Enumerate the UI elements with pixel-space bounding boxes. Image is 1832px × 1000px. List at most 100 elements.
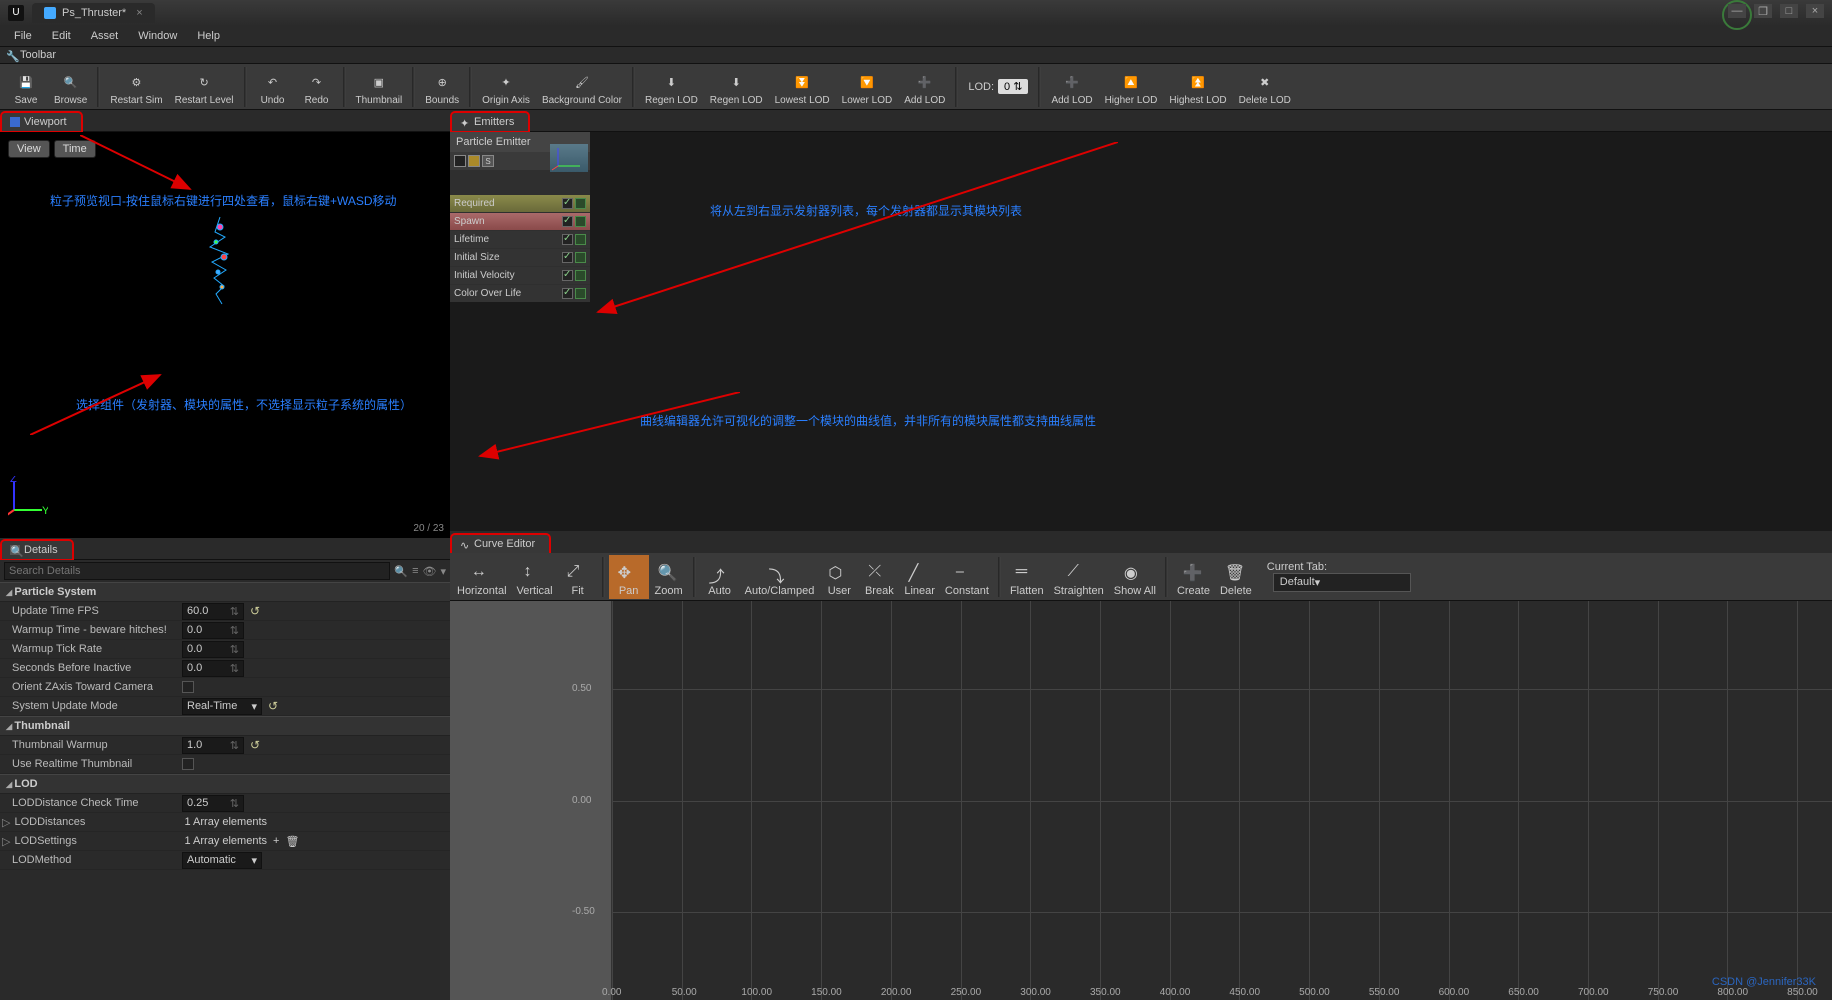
module-graph-toggle[interactable] [575,234,586,245]
details-body[interactable]: Particle SystemUpdate Time FPS60.0⇅↺Warm… [0,582,450,1000]
toolbar-browse[interactable]: 🔍Browse [48,66,93,108]
details-tab[interactable]: 🔍 Details [2,541,72,559]
module-spawn[interactable]: Spawn [450,213,590,230]
curve-vertical[interactable]: ↕Vertical [512,555,558,599]
close-button[interactable]: × [1806,4,1824,18]
toolbar-undo[interactable]: ↶Undo [251,66,295,108]
number-input[interactable]: 0.0⇅ [182,622,244,639]
expand-icon[interactable]: ▷ [2,835,10,848]
curve-show-all[interactable]: ◉Show All [1109,555,1161,599]
minimize-button[interactable]: — [1728,4,1746,18]
module-initial-velocity[interactable]: Initial Velocity [450,267,590,284]
toolbar-redo[interactable]: ↷Redo [295,66,339,108]
module-initial-size[interactable]: Initial Size [450,249,590,266]
toolbar-delete-lod[interactable]: ✖Delete LOD [1233,66,1297,108]
menu-window[interactable]: Window [130,28,185,44]
search-input[interactable] [4,562,390,580]
number-input[interactable]: 0.0⇅ [182,660,244,677]
lod-spinner[interactable]: LOD:0 ⇅ [962,79,1034,94]
emitters-tab[interactable]: ✦ Emitters [452,113,528,131]
curve-linear[interactable]: ╱Linear [899,555,940,599]
emitters-panel[interactable]: Particle Emitter S 23 RequiredSpawnLifet… [450,132,1832,531]
toolbar-restart-sim[interactable]: ⚙Restart Sim [104,66,168,108]
dropdown[interactable]: Automatic ▾ [182,852,262,869]
number-input[interactable]: 1.0⇅ [182,737,244,754]
reset-icon[interactable]: ↺ [268,699,278,713]
reset-icon[interactable]: ↺ [250,604,260,618]
number-input[interactable]: 0.0⇅ [182,641,244,658]
clear-icon[interactable]: 🗑 [285,835,299,848]
curve-pan[interactable]: ✥Pan [609,555,649,599]
module-enable-checkbox[interactable] [562,252,573,263]
close-tab-icon[interactable]: × [136,7,142,19]
category-particle-system[interactable]: Particle System [0,582,450,602]
curve-constant[interactable]: ⎯Constant [940,555,994,599]
document-tab[interactable]: Ps_Thruster* × [32,3,155,23]
emitter-column[interactable]: Particle Emitter S 23 RequiredSpawnLifet… [450,132,590,302]
curve-create[interactable]: ➕Create [1172,555,1215,599]
module-graph-toggle[interactable] [575,288,586,299]
module-enable-checkbox[interactable] [562,288,573,299]
viewport-tab[interactable]: Viewport [2,113,81,131]
module-enable-checkbox[interactable] [562,234,573,245]
toolbar-restart-level[interactable]: ↻Restart Level [169,66,240,108]
module-lifetime[interactable]: Lifetime [450,231,590,248]
menu-edit[interactable]: Edit [44,28,79,44]
menu-file[interactable]: File [6,28,40,44]
module-enable-checkbox[interactable] [562,270,573,281]
curve-auto[interactable]: ⤴Auto [700,555,740,599]
curve-user[interactable]: ⬡User [819,555,859,599]
emitter-thumbnail[interactable] [550,144,588,172]
lod-value[interactable]: 0 ⇅ [998,79,1028,94]
emitter-toggle-1[interactable] [454,155,466,167]
toolbar-add-lod[interactable]: ➕Add LOD [1045,66,1098,108]
curve-zoom[interactable]: 🔍Zoom [649,555,689,599]
module-enable-checkbox[interactable] [562,216,573,227]
toolbar-regen-lod[interactable]: ⬇Regen LOD [639,66,704,108]
current-tab-dropdown[interactable]: Default ▾ [1273,573,1411,592]
chevron-down-icon[interactable]: ▾ [440,565,446,578]
curve-fit[interactable]: ⤢Fit [558,555,598,599]
view-options-icon[interactable]: ≡ [412,565,418,577]
module-graph-toggle[interactable] [575,252,586,263]
module-required[interactable]: Required [450,195,590,212]
number-input[interactable]: 60.0⇅ [182,603,244,620]
maximize-button[interactable]: □ [1780,4,1798,18]
eye-icon[interactable]: 👁 [423,565,437,578]
curve-editor-area[interactable]: 0.500.00-0.500.0050.00100.00150.00200.00… [450,601,1832,1000]
curve-grid[interactable]: 0.500.00-0.500.0050.00100.00150.00200.00… [612,601,1832,1000]
curve-break[interactable]: ⤫Break [859,555,899,599]
menu-asset[interactable]: Asset [83,28,127,44]
expand-icon[interactable]: ▷ [2,816,10,829]
toolbar-thumbnail[interactable]: ▣Thumbnail [350,66,409,108]
reset-icon[interactable]: ↺ [250,738,260,752]
curve-straighten[interactable]: ⟋Straighten [1049,555,1109,599]
toolbar-regen-lod[interactable]: ⬇Regen LOD [704,66,769,108]
module-enable-checkbox[interactable] [562,198,573,209]
menu-help[interactable]: Help [189,28,228,44]
search-icon[interactable]: 🔍 [394,565,408,578]
number-input[interactable]: 0.25⇅ [182,795,244,812]
toolbar-origin-axis[interactable]: ✦Origin Axis [476,66,536,108]
toolbar-higher-lod[interactable]: 🔼Higher LOD [1099,66,1164,108]
module-graph-toggle[interactable] [575,216,586,227]
view-button[interactable]: View [8,140,50,158]
module-graph-toggle[interactable] [575,270,586,281]
restore-button[interactable]: ❐ [1754,4,1772,18]
toolbar-add-lod[interactable]: ➕Add LOD [898,66,951,108]
toolbar-highest-lod[interactable]: ⏫Highest LOD [1163,66,1232,108]
time-button[interactable]: Time [54,140,96,158]
toolbar-bounds[interactable]: ⊕Bounds [419,66,465,108]
category-lod[interactable]: LOD [0,774,450,794]
curve-tab[interactable]: ∿ Curve Editor [452,535,549,553]
module-graph-toggle[interactable] [575,198,586,209]
module-color-over-life[interactable]: Color Over Life [450,285,590,302]
curve-horizontal[interactable]: ↔Horizontal [452,555,512,599]
dropdown[interactable]: Real-Time ▾ [182,698,262,715]
checkbox[interactable] [182,681,194,693]
checkbox[interactable] [182,758,194,770]
toolbar-lower-lod[interactable]: 🔽Lower LOD [836,66,899,108]
toolbar-save[interactable]: 💾Save [4,66,48,108]
curve-flatten[interactable]: ═Flatten [1005,555,1049,599]
add-icon[interactable]: + [273,835,279,847]
